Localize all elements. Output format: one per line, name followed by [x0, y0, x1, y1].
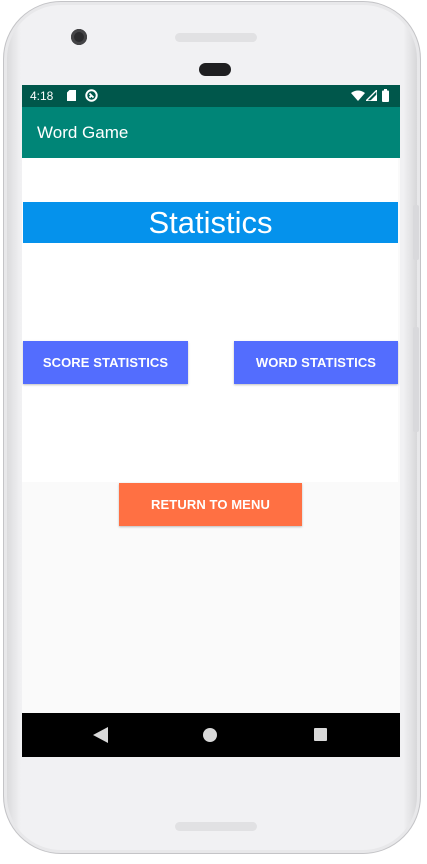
recent-apps-icon[interactable]	[314, 728, 327, 741]
volume-button	[413, 327, 419, 432]
sd-card-icon	[67, 90, 76, 101]
front-camera-icon	[71, 29, 87, 45]
score-statistics-button[interactable]: SCORE STATISTICS	[23, 341, 188, 384]
status-time: 4:18	[30, 89, 54, 103]
back-icon[interactable]	[93, 727, 108, 743]
status-bar: 4:18	[22, 85, 400, 107]
top-speaker-grille	[175, 33, 257, 42]
earpiece	[199, 63, 231, 76]
battery-icon	[382, 89, 389, 102]
power-button	[413, 205, 419, 260]
app-bar: Word Game	[22, 107, 400, 158]
bottom-speaker-grille	[175, 822, 257, 831]
home-icon[interactable]	[203, 728, 217, 742]
cell-signal-icon	[366, 90, 377, 101]
sync-icon	[85, 89, 98, 102]
return-to-menu-button[interactable]: RETURN TO MENU	[119, 483, 302, 526]
phone-screen: 4:18 Word Game Statistics SCORE STATISTI…	[22, 85, 400, 757]
statistics-heading: Statistics	[23, 202, 398, 243]
app-title: Word Game	[37, 123, 129, 142]
wifi-icon	[351, 90, 365, 101]
word-statistics-button[interactable]: WORD STATISTICS	[234, 341, 398, 384]
navigation-bar	[22, 713, 400, 757]
